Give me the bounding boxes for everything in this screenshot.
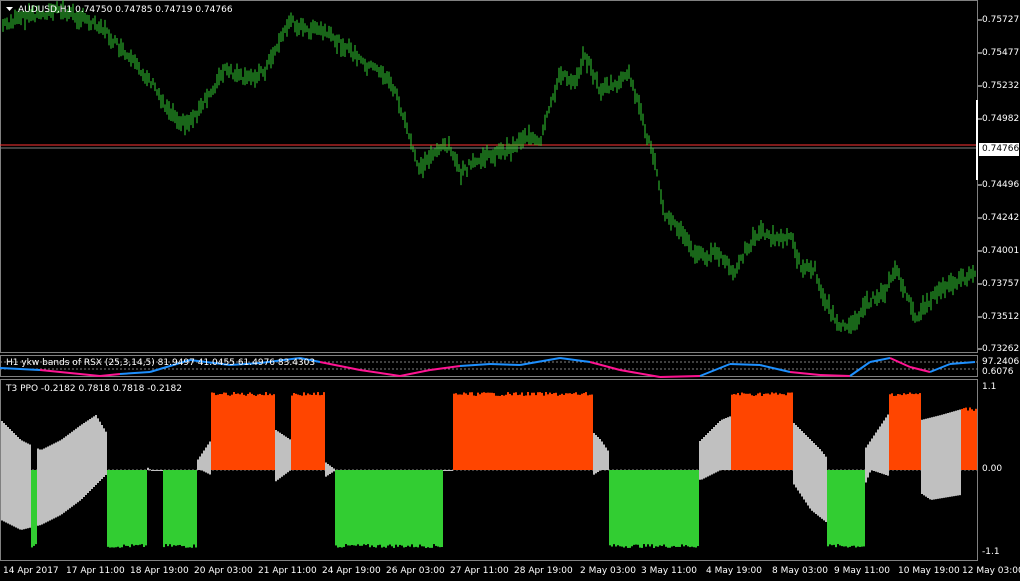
rsx-level-label: 97.2406 — [982, 357, 1020, 367]
date-label: 8 May 03:00 — [772, 566, 828, 576]
date-label: 18 Apr 19:00 — [130, 566, 189, 576]
price-label: 0.74001 — [982, 246, 1020, 256]
price-label: 0.75727 — [982, 15, 1020, 25]
price-label: 0.74982 — [982, 114, 1020, 124]
chart-menu-icon[interactable] — [6, 7, 13, 11]
date-label: 4 May 19:00 — [706, 566, 762, 576]
price-candles — [2, 0, 976, 334]
date-label: 2 May 03:00 — [580, 566, 636, 576]
price-label: 0.75232 — [982, 81, 1020, 91]
date-label: 17 Apr 11:00 — [66, 566, 125, 576]
price-label: 0.75477 — [982, 48, 1020, 58]
ppo-level-label: 1.1 — [982, 382, 997, 392]
date-label: 3 May 11:00 — [641, 566, 697, 576]
rsx-title: H1 ykw bands of RSX (25,3,14,5) 81.9497 … — [6, 358, 316, 368]
chart-canvas[interactable] — [0, 0, 1020, 581]
date-label: 26 Apr 03:00 — [386, 566, 445, 576]
rsx-level-label: 0.6076 — [982, 367, 1014, 377]
ppo-histogram — [1, 392, 977, 548]
date-label: 9 May 11:00 — [834, 566, 890, 576]
main-panel[interactable] — [0, 0, 978, 353]
price-label: 0.73757 — [982, 279, 1020, 289]
date-label: 24 Apr 19:00 — [322, 566, 381, 576]
date-label: 27 Apr 11:00 — [450, 566, 509, 576]
price-label: 0.74496 — [982, 180, 1020, 190]
price-label: 0.74242 — [982, 213, 1020, 223]
date-label: 14 Apr 2017 — [3, 566, 59, 576]
ppo-title: T3 PPO -0.2182 0.7818 0.7818 -0.2182 — [6, 384, 182, 394]
price-label: 0.73262 — [982, 344, 1020, 354]
current-price-badge: 0.74766 — [979, 143, 1019, 156]
symbol-title: AUDUSD,H1 0.74750 0.74785 0.74719 0.7476… — [18, 5, 233, 15]
ppo-level-label: 0.00 — [982, 464, 1003, 474]
date-label: 21 Apr 11:00 — [258, 566, 317, 576]
date-label: 20 Apr 03:00 — [194, 566, 253, 576]
date-label: 10 May 19:00 — [898, 566, 960, 576]
ppo-level-label: -1.1 — [982, 547, 1000, 557]
price-label: 0.73512 — [982, 312, 1020, 322]
date-label: 28 Apr 19:00 — [514, 566, 573, 576]
date-label: 12 May 03:00 — [962, 566, 1020, 576]
